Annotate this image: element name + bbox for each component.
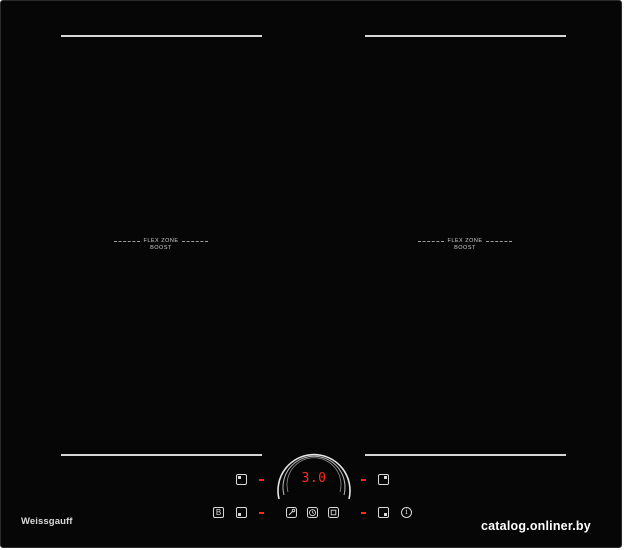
flex-zone-label-right: FLEX ZONE BOOST xyxy=(410,238,520,252)
booster-label: B xyxy=(215,508,222,517)
flex-zone-label-left: FLEX ZONE BOOST xyxy=(106,238,216,252)
watermark: catalog.onliner.by xyxy=(481,519,591,533)
zone-marking-top-right xyxy=(365,35,566,37)
zone-top-right-icon[interactable] xyxy=(378,474,389,485)
flex-zone-text: FLEX ZONE xyxy=(447,238,483,244)
booster-button[interactable]: B xyxy=(213,507,224,518)
boost-text: BOOST xyxy=(150,245,172,251)
zone-marking-top-left xyxy=(61,35,262,37)
zone-marking-bottom-left xyxy=(61,454,262,456)
zone-top-left-indicator xyxy=(259,479,264,481)
flex-zone-text: FLEX ZONE xyxy=(143,238,179,244)
zone-bottom-left-indicator xyxy=(259,512,264,514)
cooktop-panel: FLEX ZONE BOOST FLEX ZONE BOOST 3.0 B i … xyxy=(0,0,622,548)
zone-top-right-indicator xyxy=(361,479,366,481)
zone-marking-bottom-right xyxy=(365,454,566,456)
stop-icon[interactable] xyxy=(328,507,339,518)
timer-icon[interactable] xyxy=(307,507,318,518)
zone-bottom-right-icon[interactable] xyxy=(378,507,389,518)
info-label: i xyxy=(405,508,408,516)
boost-text: BOOST xyxy=(454,245,476,251)
brand-logo: Weissgauff xyxy=(21,516,73,527)
zone-bottom-right-indicator xyxy=(361,512,366,514)
lock-key-icon[interactable] xyxy=(286,507,297,518)
zone-bottom-left-icon[interactable] xyxy=(236,507,247,518)
info-button[interactable]: i xyxy=(401,507,412,518)
power-level-display: 3.0 xyxy=(301,471,327,486)
zone-top-left-icon[interactable] xyxy=(236,474,247,485)
